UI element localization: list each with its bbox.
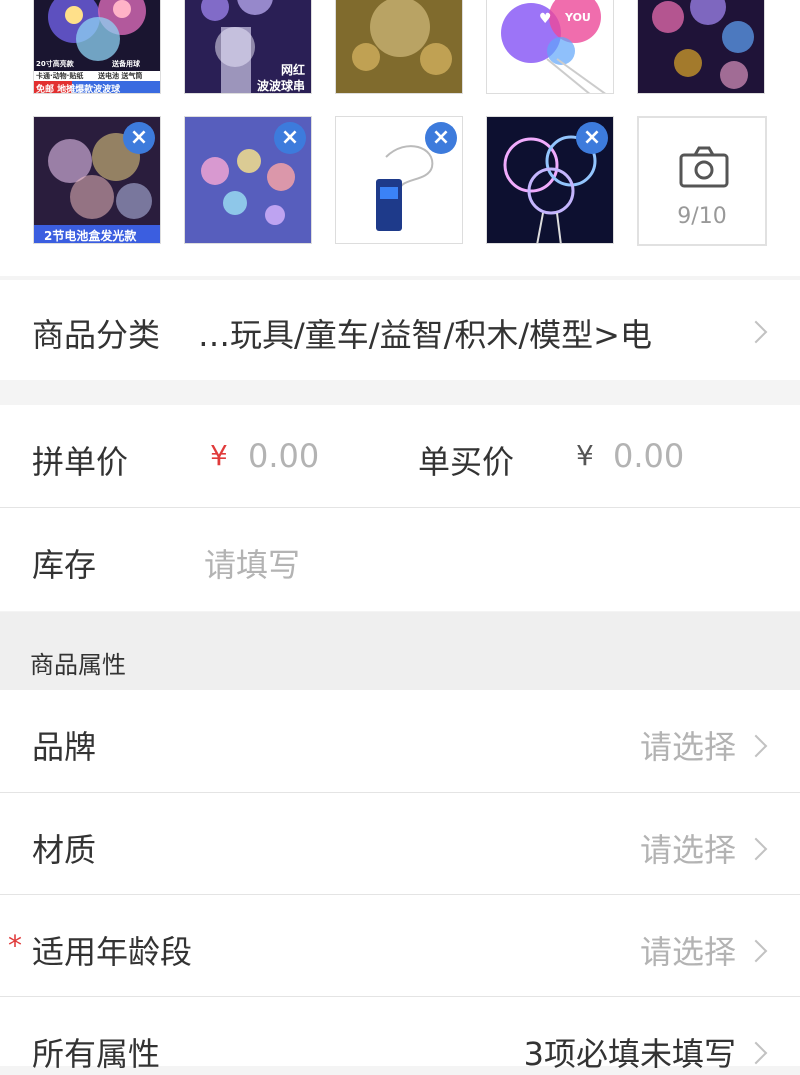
attribute-row-brand[interactable]: 品牌 请选择 [0, 690, 800, 792]
product-photo-4[interactable]: ♥ YOU [486, 0, 614, 94]
attribute-value: 请选择 [639, 831, 736, 869]
attribute-row-material[interactable]: 材质 请选择 [0, 793, 800, 894]
single-price-label: 单买价 [418, 443, 515, 481]
category-row[interactable]: 商品分类 …玩具/童车/益智/积木/模型>电 [0, 280, 800, 380]
attribute-value: 请选择 [639, 728, 736, 766]
product-photo-2[interactable]: 网红 波波球串 [184, 0, 312, 94]
attribute-value: 3项必填未填写 [523, 1035, 736, 1073]
photo-caption: 免邮 地摊爆款波波球 [36, 85, 121, 94]
attribute-value: 请选择 [639, 933, 736, 971]
photo-caption: 送备用球 [112, 60, 140, 68]
photo-caption: 波波球串 [257, 79, 306, 93]
camera-icon [679, 146, 729, 188]
photo-caption: 2节电池盒发光款 [44, 229, 137, 243]
attribute-label: 适用年龄段 [32, 933, 193, 971]
delete-photo-icon[interactable]: × [576, 122, 608, 154]
delete-photo-icon[interactable]: × [425, 122, 457, 154]
section-title: 商品属性 [30, 651, 126, 679]
single-price-currency: ¥ [576, 439, 594, 472]
product-photo-7[interactable]: × [184, 116, 312, 244]
price-row: 拼单价 ¥ 0.00 单买价 ¥ 0.00 [0, 405, 800, 507]
chevron-right-icon [744, 320, 768, 344]
product-photo-6[interactable]: 2节电池盒发光款 × [33, 116, 161, 244]
required-marker: * [8, 929, 22, 962]
photo-caption: 卡通·动物·贴纸 [36, 72, 84, 80]
attribute-label: 所有属性 [32, 1035, 161, 1073]
stock-row: 库存 请填写 [0, 508, 800, 611]
delete-photo-icon[interactable]: × [123, 122, 155, 154]
photo-caption: 网红 [281, 63, 306, 77]
photo-caption: 20寸高亮款 [36, 60, 74, 68]
product-photo-8[interactable]: × [335, 116, 463, 244]
photo-caption: 送电池 送气筒 [98, 72, 143, 80]
photo-caption: ♥ [539, 11, 552, 27]
stock-input[interactable]: 请填写 [204, 540, 300, 586]
category-value: …玩具/童车/益智/积木/模型>电 [198, 316, 652, 354]
delete-photo-icon[interactable]: × [274, 122, 306, 154]
photo-count: 9/10 [677, 204, 727, 229]
attribute-label: 品牌 [32, 728, 97, 766]
chevron-right-icon [744, 939, 768, 963]
product-photo-9[interactable]: × [486, 116, 614, 244]
product-photo-1[interactable]: 20寸高亮款 送备用球 卡通·动物·贴纸 送电池 送气筒 免邮 地摊爆款波波球 [33, 0, 161, 94]
chevron-right-icon [744, 1041, 768, 1065]
group-price-input[interactable]: 0.00 [248, 437, 319, 475]
photo-caption: YOU [565, 11, 591, 24]
chevron-right-icon [744, 734, 768, 758]
chevron-right-icon [744, 837, 768, 861]
attribute-label: 材质 [32, 831, 97, 869]
product-photo-5[interactable] [637, 0, 765, 94]
stock-label: 库存 [32, 546, 97, 584]
group-price-currency: ¥ [210, 439, 228, 472]
attribute-row-all[interactable]: 所有属性 3项必填未填写 [0, 997, 800, 1073]
single-price-input[interactable]: 0.00 [613, 437, 684, 475]
photo-grid: 20寸高亮款 送备用球 卡通·动物·贴纸 送电池 送气筒 免邮 地摊爆款波波球 … [0, 0, 800, 276]
product-photo-3[interactable] [335, 0, 463, 94]
category-label: 商品分类 [32, 316, 161, 354]
add-photo-button[interactable]: 9/10 [637, 116, 767, 246]
attributes-section-header: 商品属性 [0, 612, 800, 690]
attribute-row-age-range[interactable]: * 适用年龄段 请选择 [0, 895, 800, 996]
group-price-label: 拼单价 [32, 443, 129, 481]
